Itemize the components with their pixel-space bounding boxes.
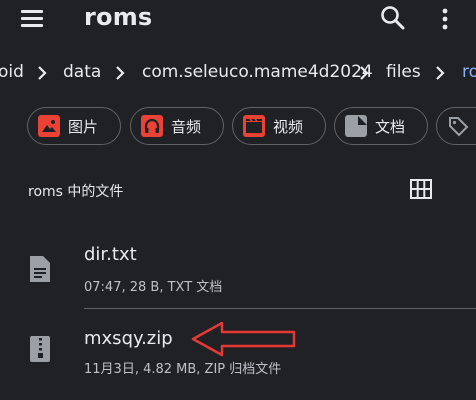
headphones-icon (141, 115, 163, 137)
divider (84, 308, 476, 309)
page-title: roms (84, 3, 153, 31)
chip-label: 音频 (171, 117, 202, 136)
breadcrumb-item[interactable]: oid (0, 62, 24, 82)
file-meta: 11月3日, 4.82 MB, ZIP 归档文件 (84, 362, 282, 377)
chip-label: 文档 (375, 117, 406, 136)
breadcrumb-item[interactable]: com.seleuco.mame4d2024 (142, 62, 373, 82)
file-name: mxsqy.zip (84, 328, 173, 349)
zip-file-icon (28, 334, 52, 364)
breadcrumb: oid data com.seleuco.mame4d2024 files ro (0, 56, 476, 90)
image-icon (38, 115, 60, 137)
text-file-icon (28, 254, 52, 284)
chevron-right-icon (360, 66, 369, 80)
breadcrumb-item-current[interactable]: ro (462, 62, 476, 82)
more-vert-icon[interactable] (432, 5, 458, 33)
chip-label: 图片 (68, 117, 99, 136)
file-meta: 07:47, 28 B, TXT 文档 (84, 280, 223, 295)
label-tag-icon (447, 115, 469, 137)
chevron-right-icon (116, 66, 125, 80)
file-row[interactable]: dir.txt 07:47, 28 B, TXT 文档 (0, 236, 476, 304)
breadcrumb-item[interactable]: data (63, 62, 101, 82)
chevron-right-icon (436, 66, 445, 80)
app-bar: roms (0, 0, 476, 38)
chip-images[interactable]: 图片 (27, 107, 121, 145)
search-icon[interactable] (378, 3, 408, 33)
chip-label: 视频 (273, 117, 304, 136)
chevron-right-icon (38, 66, 47, 80)
category-chips: 图片 音频 视频 文档 (0, 107, 476, 147)
chip-audio[interactable]: 音频 (130, 107, 224, 145)
chip-more[interactable] (436, 107, 476, 145)
chip-video[interactable]: 视频 (232, 107, 326, 145)
document-icon (345, 115, 367, 137)
breadcrumb-item[interactable]: files (386, 62, 421, 82)
file-name: dir.txt (84, 244, 137, 265)
chip-documents[interactable]: 文档 (334, 107, 428, 145)
hamburger-menu-icon[interactable] (19, 8, 45, 30)
grid-view-icon[interactable] (410, 179, 432, 199)
annotation-arrow (191, 321, 296, 357)
movie-icon (243, 115, 265, 137)
section-title: roms 中的文件 (28, 184, 124, 200)
